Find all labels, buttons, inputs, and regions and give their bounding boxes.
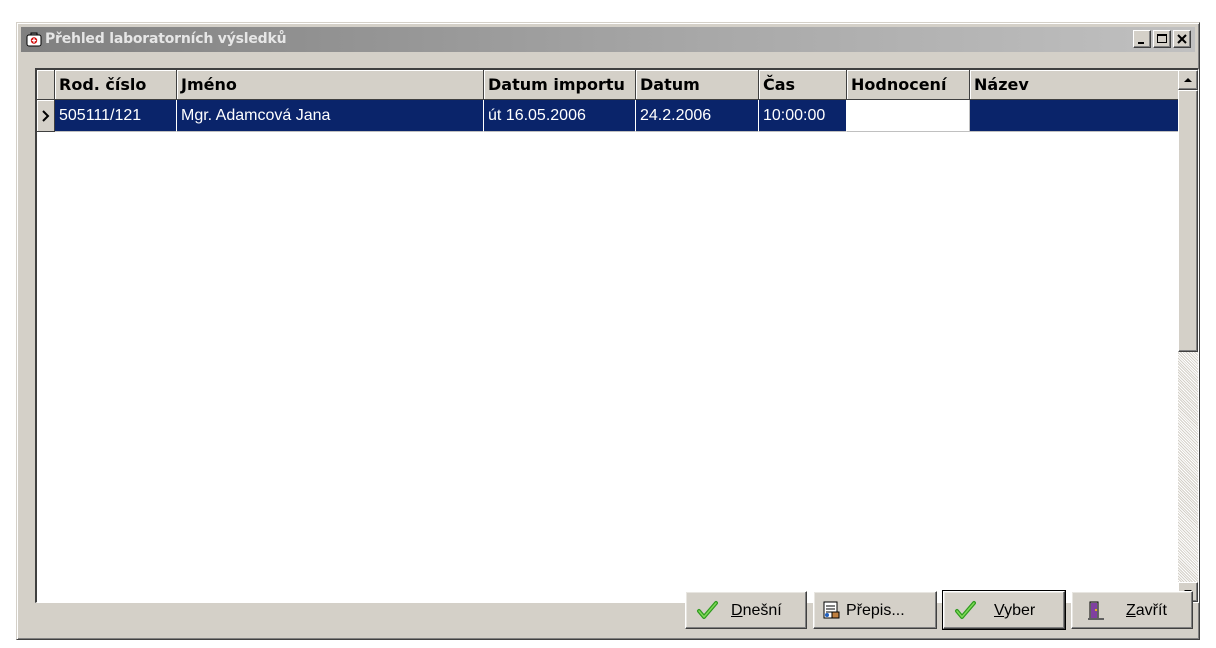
close-button[interactable]	[1173, 30, 1191, 48]
scroll-up-arrow-icon	[1184, 78, 1192, 82]
column-header-datum-importu[interactable]: Datum importu	[484, 70, 636, 100]
maximize-icon	[1157, 34, 1167, 43]
cell-nazev[interactable]	[970, 100, 1180, 132]
cell-datum-importu[interactable]: út 16.05.2006	[484, 100, 636, 132]
vyber-button[interactable]: Vyber	[942, 590, 1066, 630]
title-bar[interactable]: Přehled laboratorních výsledků	[21, 27, 1195, 52]
prepis-label: Přepis...	[846, 602, 905, 619]
cell-rod-cislo[interactable]: 505111/121	[55, 100, 177, 132]
lab-bag-icon	[26, 32, 42, 47]
scroll-up-button[interactable]	[1178, 70, 1198, 90]
column-header-rod-cislo[interactable]: Rod. číslo	[55, 70, 177, 100]
close-icon	[1177, 34, 1187, 44]
window-title: Přehled laboratorních výsledků	[45, 31, 287, 47]
column-header-nazev[interactable]: Název	[970, 70, 1180, 100]
document-icon	[823, 601, 840, 619]
minimize-icon	[1138, 42, 1144, 44]
dnesni-button[interactable]: Dnešní	[685, 591, 807, 629]
cell-jmeno[interactable]: Mgr. Adamcová Jana	[177, 100, 484, 132]
desktop: Přehled laboratorních výsledků Rod. čísl…	[0, 0, 1216, 648]
column-header-cas[interactable]: Čas	[759, 70, 847, 100]
minimize-button[interactable]	[1133, 30, 1151, 48]
maximize-button[interactable]	[1153, 30, 1171, 48]
vertical-scrollbar[interactable]	[1178, 70, 1198, 602]
column-header-datum[interactable]: Datum	[636, 70, 759, 100]
header-corner	[37, 70, 55, 100]
green-check-icon	[697, 601, 718, 619]
exit-door-icon	[1088, 601, 1104, 620]
cell-hodnoceni[interactable]	[847, 100, 970, 132]
results-grid[interactable]: Rod. číslo Jméno Datum importu Datum Čas…	[35, 68, 1199, 603]
prepis-button[interactable]: Přepis...	[813, 591, 937, 629]
table-row[interactable]: 505111/121 Mgr. Adamcová Jana út 16.05.2…	[37, 100, 1180, 132]
cell-datum[interactable]: 24.2.2006	[636, 100, 759, 132]
vyber-label: Vyber	[994, 602, 1036, 619]
zavrit-button[interactable]: Zavřít	[1071, 591, 1193, 629]
dialog-window: Přehled laboratorních výsledků Rod. čísl…	[16, 22, 1200, 640]
cell-cas[interactable]: 10:00:00	[759, 100, 847, 132]
column-header-hodnoceni[interactable]: Hodnocení	[847, 70, 970, 100]
scroll-thumb[interactable]	[1178, 90, 1198, 352]
dnesni-label: Dnešní	[731, 602, 782, 619]
check-icon	[955, 601, 976, 619]
zavrit-label: Zavřít	[1126, 602, 1167, 619]
column-header-jmeno[interactable]: Jméno	[177, 70, 484, 100]
